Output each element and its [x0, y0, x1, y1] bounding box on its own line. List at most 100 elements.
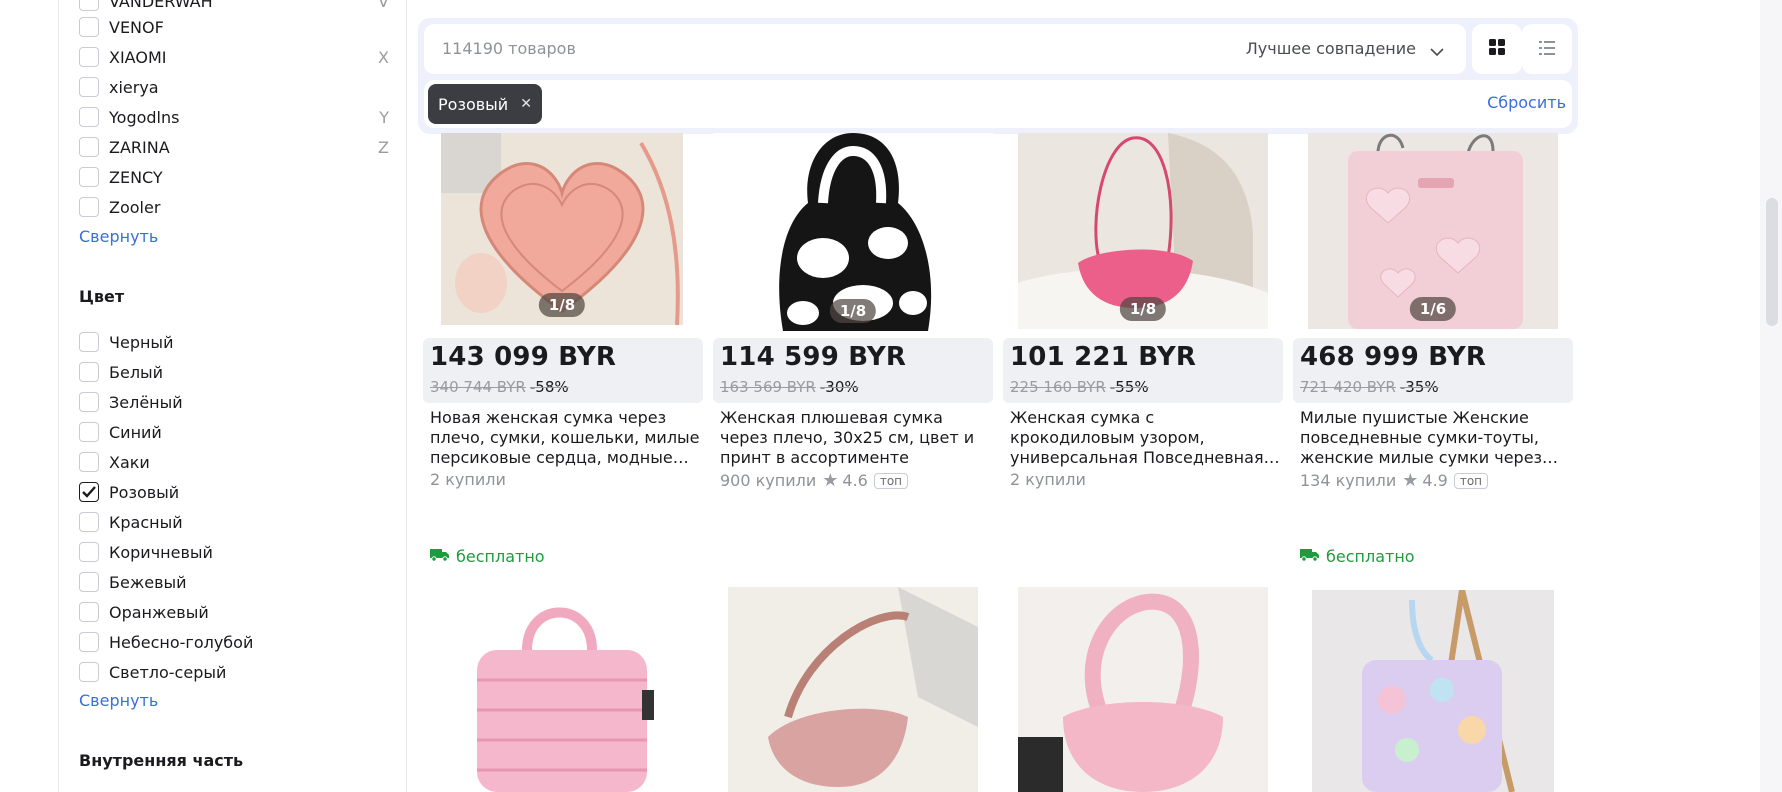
- brand-option[interactable]: XIAOMI X: [79, 42, 389, 72]
- color-option[interactable]: Бежевый: [79, 567, 389, 597]
- color-label: Небесно-голубой: [109, 632, 254, 652]
- old-price-row: 340 744 BYR -58%: [430, 378, 569, 396]
- star-icon: ★: [822, 470, 839, 491]
- brand-label: Yogodlns: [109, 107, 180, 127]
- product-title[interactable]: Милые пушистые Женские повседневные сумк…: [1300, 408, 1570, 468]
- colors-collapse-link[interactable]: Свернуть: [79, 691, 158, 710]
- bought-count: 900 купили: [720, 471, 817, 490]
- truck-icon: [430, 547, 456, 566]
- discount: -35%: [1399, 378, 1439, 396]
- old-price: 225 160 BYR: [1010, 378, 1106, 396]
- discount: -58%: [529, 378, 569, 396]
- old-price-row: 163 569 BYR -30%: [720, 378, 859, 396]
- color-option[interactable]: Черный: [79, 327, 389, 357]
- alphabet-letter: V: [378, 0, 389, 11]
- checkbox[interactable]: [79, 47, 99, 67]
- color-option[interactable]: Оранжевый: [79, 597, 389, 627]
- scrollbar-thumb[interactable]: [1766, 198, 1778, 326]
- checkbox[interactable]: [79, 572, 99, 592]
- checkbox[interactable]: [79, 602, 99, 622]
- photo-counter: 1/8: [538, 293, 586, 317]
- product-card[interactable]: 1/8 114 599 BYR 163 569 BYR -30% Женская …: [713, 0, 993, 500]
- color-option[interactable]: Небесно-голубой: [79, 627, 389, 657]
- checkbox[interactable]: [79, 662, 99, 682]
- price: 143 099 BYR: [430, 342, 617, 372]
- checkmark-icon: [82, 486, 96, 498]
- free-shipping-label: бесплатно: [456, 547, 545, 566]
- color-label: Бежевый: [109, 572, 187, 592]
- product-title[interactable]: Женская плюшевая сумка через плечо, 30x2…: [720, 408, 990, 468]
- brand-option[interactable]: ZENCY: [79, 162, 389, 192]
- color-option[interactable]: Синий: [79, 417, 389, 447]
- color-option[interactable]: Светло-серый: [79, 657, 389, 687]
- brand-label: Zooler: [109, 197, 161, 217]
- product-card[interactable]: 1/6 468 999 BYR 721 420 BYR -35% Милые пу…: [1293, 0, 1573, 500]
- product-title[interactable]: Женская сумка с крокодиловым узором, уни…: [1010, 408, 1280, 468]
- photo-counter: 1/8: [829, 299, 877, 323]
- checkbox[interactable]: [79, 107, 99, 127]
- alphabet-letter: X: [378, 47, 389, 67]
- product-image[interactable]: [442, 590, 682, 792]
- brand-option[interactable]: Yogodlns Y: [79, 102, 389, 132]
- checkbox[interactable]: [79, 0, 99, 11]
- checkbox[interactable]: [79, 482, 99, 502]
- rating: 4.6: [842, 471, 868, 490]
- brands-collapse-link[interactable]: Свернуть: [79, 227, 158, 246]
- product-image[interactable]: [728, 587, 978, 792]
- color-label: Хаки: [109, 452, 150, 472]
- color-option[interactable]: Коричневый: [79, 537, 389, 567]
- product-image[interactable]: 1/8: [713, 133, 993, 331]
- color-option[interactable]: Хаки: [79, 447, 389, 477]
- product-card[interactable]: 1/8 143 099 BYR 340 744 BYR -58% Новая же…: [423, 0, 703, 500]
- checkbox[interactable]: [79, 392, 99, 412]
- brand-option[interactable]: xierya: [79, 72, 389, 102]
- checkbox[interactable]: [79, 197, 99, 217]
- bought-count: 2 купили: [1010, 470, 1086, 489]
- color-label: Коричневый: [109, 542, 213, 562]
- filter-sidebar: VANDERWAH V VENOF XIAOMI Xxierya Yogodlns Y Z…: [58, 0, 407, 792]
- old-price: 163 569 BYR: [720, 378, 816, 396]
- price-block: 101 221 BYR 225 160 BYR -55%: [1003, 338, 1283, 403]
- checkbox[interactable]: [79, 452, 99, 472]
- product-title[interactable]: Новая женская сумка через плечо, сумки, …: [430, 408, 700, 468]
- product-meta: 2 купили: [430, 470, 506, 489]
- product-card[interactable]: 1/8 101 221 BYR 225 160 BYR -55% Женская …: [1003, 0, 1283, 500]
- photo-counter: 1/6: [1409, 297, 1457, 321]
- checkbox[interactable]: [79, 512, 99, 532]
- color-section-title: Цвет: [79, 287, 125, 306]
- checkbox[interactable]: [79, 17, 99, 37]
- checkbox[interactable]: [79, 332, 99, 352]
- brand-option[interactable]: ZARINA Z: [79, 132, 389, 162]
- checkbox[interactable]: [79, 422, 99, 442]
- checkbox[interactable]: [79, 542, 99, 562]
- brand-option[interactable]: Zooler: [79, 192, 389, 222]
- color-label: Белый: [109, 362, 164, 382]
- price-block: 114 599 BYR 163 569 BYR -30%: [713, 338, 993, 403]
- product-image[interactable]: 1/8: [441, 133, 683, 325]
- page-scrollbar[interactable]: [1760, 0, 1782, 792]
- checkbox[interactable]: [79, 167, 99, 187]
- color-option[interactable]: Розовый: [79, 477, 389, 507]
- old-price-row: 225 160 BYR -55%: [1010, 378, 1149, 396]
- brand-option[interactable]: VENOF: [79, 12, 389, 42]
- bought-count: 2 купили: [430, 470, 506, 489]
- photo-counter: 1/8: [1119, 297, 1167, 321]
- product-meta: 2 купили: [1010, 470, 1086, 489]
- old-price-row: 721 420 BYR -35%: [1300, 378, 1439, 396]
- price-block: 143 099 BYR 340 744 BYR -58%: [423, 338, 703, 403]
- product-image[interactable]: [1312, 590, 1554, 792]
- color-option[interactable]: Зелёный: [79, 387, 389, 417]
- product-image[interactable]: 1/6: [1308, 133, 1558, 329]
- price-block: 468 999 BYR 721 420 BYR -35%: [1293, 338, 1573, 403]
- color-option[interactable]: Белый: [79, 357, 389, 387]
- free-shipping-label: бесплатно: [1326, 547, 1415, 566]
- color-label: Черный: [109, 332, 174, 352]
- old-price: 721 420 BYR: [1300, 378, 1396, 396]
- product-image[interactable]: [1018, 587, 1268, 792]
- color-option[interactable]: Красный: [79, 507, 389, 537]
- checkbox[interactable]: [79, 137, 99, 157]
- checkbox[interactable]: [79, 632, 99, 652]
- checkbox[interactable]: [79, 77, 99, 97]
- product-image[interactable]: 1/8: [1018, 133, 1268, 329]
- checkbox[interactable]: [79, 362, 99, 382]
